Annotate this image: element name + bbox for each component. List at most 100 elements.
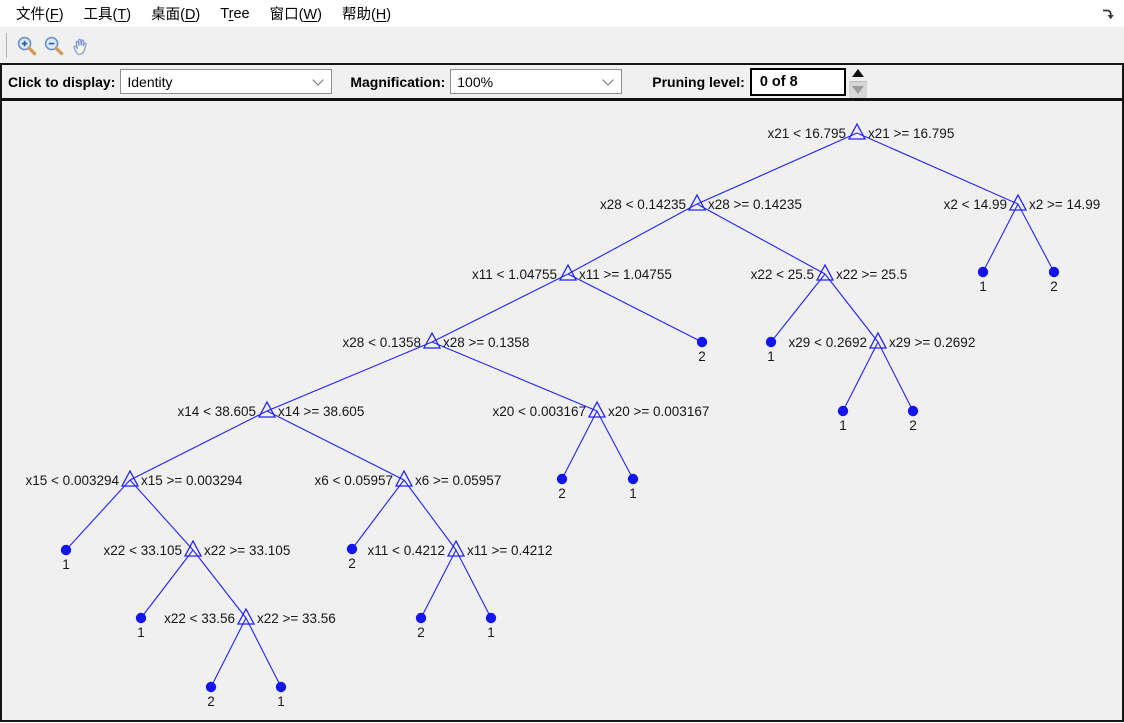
tree-split-node-x15[interactable] [120,469,140,487]
tree-leaf-node-L13[interactable] [907,405,919,417]
tree-leaf-node-L11[interactable] [765,336,777,348]
tree-edge [129,410,268,481]
tree-edge [856,132,1019,205]
tree-split-left-label: x22 < 33.56 [164,611,235,626]
tree-split-left-label: x28 < 0.1358 [343,335,421,350]
tree-leaf-label: 2 [1050,279,1058,294]
tree-split-right-label: x2 >= 14.99 [1029,197,1100,212]
tree-leaf-label: 2 [698,349,706,364]
tree-edge [210,617,247,688]
tree-leaf-label: 1 [277,694,285,709]
tree-split-left-label: x28 < 0.14235 [600,197,686,212]
tree-leaf-label: 2 [909,418,917,433]
tree-leaf-node-L3[interactable] [205,681,217,693]
chevron-down-icon [602,74,614,86]
tree-leaf-label: 1 [137,625,145,640]
tool-bar [0,28,1124,63]
tree-leaf-node-L15[interactable] [1048,266,1060,278]
menu-item-help[interactable]: 帮助(H) [332,0,401,27]
tree-split-node-x21[interactable] [847,122,867,140]
pruning-level-label: Pruning level: [652,73,745,90]
menu-item-window[interactable]: 窗口(W) [260,0,332,27]
tree-split-left-label: x11 < 1.04755 [472,267,557,282]
tree-leaf-node-L5[interactable] [346,543,358,555]
magnification-combo[interactable]: 100% [450,69,623,94]
tree-edge [696,132,858,205]
tree-leaf-node-L1[interactable] [60,544,72,556]
tree-edge [824,273,879,343]
tree-canvas[interactable]: x21 < 16.795 x21 >= 16.795 x28 < 0.14235 x2… [0,101,1124,722]
tree-edge [770,273,826,343]
pruning-level-field[interactable]: 0 of 8 [749,67,846,96]
tree-edge [696,203,826,275]
tree-split-node-x28a[interactable] [687,193,707,211]
tree-split-node-x6[interactable] [394,469,414,487]
menu-bar: 文件(F) 工具(T) 桌面(D) Tree 窗口(W) 帮助(H) [0,0,1124,28]
tree-leaf-node-L6[interactable] [415,612,427,624]
tree-leaf-node-L8[interactable] [556,473,568,485]
tree-split-right-label: x29 >= 0.2692 [889,335,975,350]
tree-split-left-label: x29 < 0.2692 [789,335,867,350]
tree-edge [431,341,598,412]
tree-edge [561,410,598,480]
tree-leaf-label: 2 [348,556,356,571]
tree-edge [192,549,247,619]
tree-split-right-label: x28 >= 0.14235 [708,197,802,212]
menu-item-file[interactable]: 文件(F) [6,0,74,27]
menu-item-desktop[interactable]: 桌面(D) [141,0,210,27]
tree-edge [351,479,405,550]
decision-tree-plot[interactable]: x21 < 16.795 x21 >= 16.795 x28 < 0.14235 x2… [2,101,1122,720]
tree-edge [431,273,569,343]
tree-split-right-label: x14 >= 38.605 [278,404,364,419]
magnification-label: Magnification: [350,73,446,90]
arrow-down-icon [851,85,864,94]
tree-leaf-node-L2[interactable] [135,612,147,624]
arrow-up-icon [851,69,864,78]
click-to-display-combo[interactable]: Identity [120,69,333,94]
tree-split-left-label: x6 < 0.05957 [315,473,393,488]
tree-leaf-label: 1 [62,557,70,572]
tree-edge [982,203,1019,273]
tree-split-right-label: x28 >= 0.1358 [443,335,529,350]
tree-split-node-x28b[interactable] [422,331,442,349]
tree-leaf-node-L10[interactable] [696,336,708,348]
tree-leaf-node-L14[interactable] [977,266,989,278]
tree-leaf-node-L4[interactable] [275,681,287,693]
tree-split-node-x2[interactable] [1008,193,1028,211]
tree-split-node-x14[interactable] [257,400,277,418]
tree-split-right-label: x15 >= 0.003294 [141,473,243,488]
toolbar-separator [6,33,7,58]
tree-edge [266,410,405,481]
tree-leaf-node-L9[interactable] [627,473,639,485]
tree-leaf-label: 2 [207,694,215,709]
magnification-value: 100% [457,73,494,90]
click-to-display-label: Click to display: [8,73,116,90]
tree-leaf-node-L12[interactable] [837,405,849,417]
tree-split-left-label: x11 < 0.4212 [368,543,445,558]
tree-split-right-label: x11 >= 1.04755 [579,267,672,282]
tree-split-node-x22a[interactable] [815,263,835,281]
tree-split-node-x20[interactable] [587,400,607,418]
zoom-out-icon [44,36,63,55]
tree-edge [455,549,492,619]
zoom-out-button[interactable] [40,32,67,59]
tree-leaf-label: 2 [558,486,566,501]
spinner-down-button[interactable] [848,81,867,98]
tree-leaf-label: 1 [839,418,847,433]
tree-split-left-label: x2 < 14.99 [944,197,1007,212]
pruning-level-spinner [848,65,867,98]
zoom-in-button[interactable] [13,32,40,59]
tree-split-left-label: x22 < 25.5 [751,267,814,282]
menu-item-tree[interactable]: Tree [210,3,259,25]
spinner-up-button[interactable] [848,65,867,81]
zoom-in-icon [17,36,36,55]
tree-edge [420,549,457,619]
tree-split-node-x11a[interactable] [558,263,578,281]
dock-icon[interactable] [1101,7,1115,21]
menu-item-tools[interactable]: 工具(T) [74,0,142,27]
tree-split-left-label: x14 < 38.605 [178,404,256,419]
tree-leaf-node-L7[interactable] [485,612,497,624]
pan-button[interactable] [67,32,94,59]
tree-split-right-label: x11 >= 0.4212 [467,543,552,558]
tree-split-left-label: x15 < 0.003294 [26,473,120,488]
